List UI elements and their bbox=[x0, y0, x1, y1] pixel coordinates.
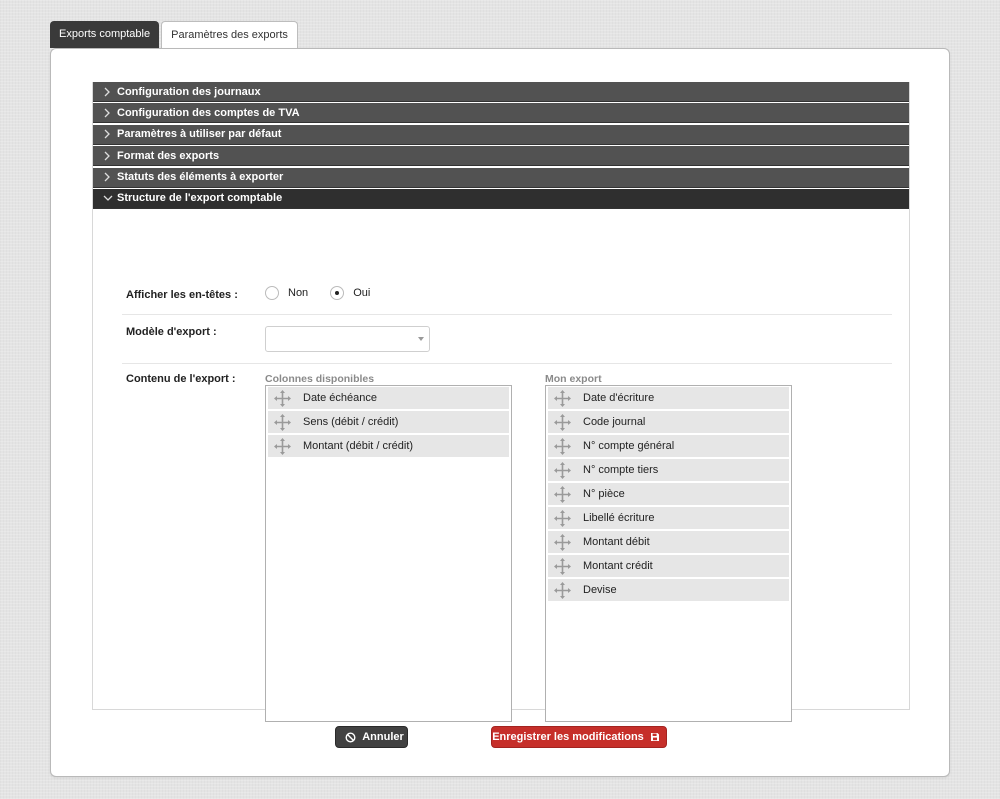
list-item[interactable]: Libellé écriture bbox=[548, 507, 789, 529]
headers-label: Afficher les en-têtes : bbox=[126, 289, 238, 301]
list-item-label: N° compte tiers bbox=[583, 464, 659, 476]
move-arrows-icon[interactable] bbox=[274, 389, 291, 407]
list-item[interactable]: Date échéance bbox=[268, 387, 509, 409]
save-button-label: Enregistrer les modifications bbox=[492, 731, 644, 743]
move-arrows-icon[interactable] bbox=[554, 485, 571, 503]
list-item[interactable]: N° compte tiers bbox=[548, 459, 789, 481]
move-arrows-icon[interactable] bbox=[554, 461, 571, 479]
chevron-down-icon bbox=[418, 337, 424, 341]
floppy-disk-icon bbox=[650, 732, 660, 742]
list-item-label: Libellé écriture bbox=[583, 512, 655, 524]
list-item-label: Montant (débit / crédit) bbox=[303, 440, 414, 452]
model-label: Modèle d'export : bbox=[126, 326, 217, 338]
move-arrows-icon[interactable] bbox=[554, 437, 571, 455]
radio-non[interactable] bbox=[265, 286, 279, 300]
list-item-label: Sens (débit / crédit) bbox=[303, 416, 399, 428]
content-label: Contenu de l'export : bbox=[126, 373, 236, 385]
list-item[interactable]: Code journal bbox=[548, 411, 789, 433]
radio-oui[interactable] bbox=[330, 286, 345, 300]
list-item-label: Devise bbox=[583, 584, 617, 596]
move-arrows-icon[interactable] bbox=[554, 581, 571, 599]
divider bbox=[122, 363, 892, 364]
cancel-button[interactable]: Annuler bbox=[335, 726, 408, 748]
radio-oui-label: Oui bbox=[353, 287, 371, 299]
ban-icon bbox=[345, 731, 356, 743]
model-select[interactable] bbox=[265, 326, 430, 352]
move-arrows-icon[interactable] bbox=[274, 413, 291, 431]
settings-panel: Configuration des journaux Configuration… bbox=[50, 48, 950, 777]
list-item[interactable]: Montant (débit / crédit) bbox=[268, 435, 509, 457]
move-arrows-icon[interactable] bbox=[554, 533, 571, 551]
list-item[interactable]: Montant débit bbox=[548, 531, 789, 553]
save-button[interactable]: Enregistrer les modifications bbox=[491, 726, 667, 748]
list-item-label: N° compte général bbox=[583, 440, 675, 452]
list-item[interactable]: Date d'écriture bbox=[548, 387, 789, 409]
available-columns-title: Colonnes disponibles bbox=[265, 373, 375, 385]
list-item-label: Date échéance bbox=[303, 392, 377, 404]
cancel-button-label: Annuler bbox=[362, 731, 404, 743]
my-export-title: Mon export bbox=[545, 373, 602, 385]
list-item[interactable]: N° compte général bbox=[548, 435, 789, 457]
tab-parametres-des-exports[interactable]: Paramètres des exports bbox=[161, 21, 298, 49]
divider bbox=[122, 314, 892, 315]
list-item[interactable]: N° pièce bbox=[548, 483, 789, 505]
move-arrows-icon[interactable] bbox=[554, 413, 571, 431]
list-item-label: Montant crédit bbox=[583, 560, 653, 572]
tab-bar: Exports comptable Paramètres des exports bbox=[50, 21, 298, 49]
move-arrows-icon[interactable] bbox=[554, 509, 571, 527]
radio-non-label: Non bbox=[288, 287, 309, 299]
list-item-label: Code journal bbox=[583, 416, 646, 428]
tab-exports-comptable[interactable]: Exports comptable bbox=[50, 21, 160, 48]
structure-form: Afficher les en-têtes : Non Oui Modèle d… bbox=[93, 82, 909, 722]
headers-radio-group: Non Oui bbox=[265, 286, 392, 300]
available-columns-list[interactable]: Date échéance Sens (débit / crédit) Mont… bbox=[265, 385, 512, 722]
move-arrows-icon[interactable] bbox=[554, 389, 571, 407]
move-arrows-icon[interactable] bbox=[554, 557, 571, 575]
list-item-label: Montant débit bbox=[583, 536, 650, 548]
list-item-label: N° pièce bbox=[583, 488, 625, 500]
accordion: Configuration des journaux Configuration… bbox=[92, 82, 910, 722]
list-item[interactable]: Montant crédit bbox=[548, 555, 789, 577]
my-export-list[interactable]: Date d'écriture Code journal N° compte g… bbox=[545, 385, 792, 722]
list-item-label: Date d'écriture bbox=[583, 392, 655, 404]
list-item[interactable]: Devise bbox=[548, 579, 789, 601]
list-item[interactable]: Sens (débit / crédit) bbox=[268, 411, 509, 433]
move-arrows-icon[interactable] bbox=[274, 437, 291, 455]
